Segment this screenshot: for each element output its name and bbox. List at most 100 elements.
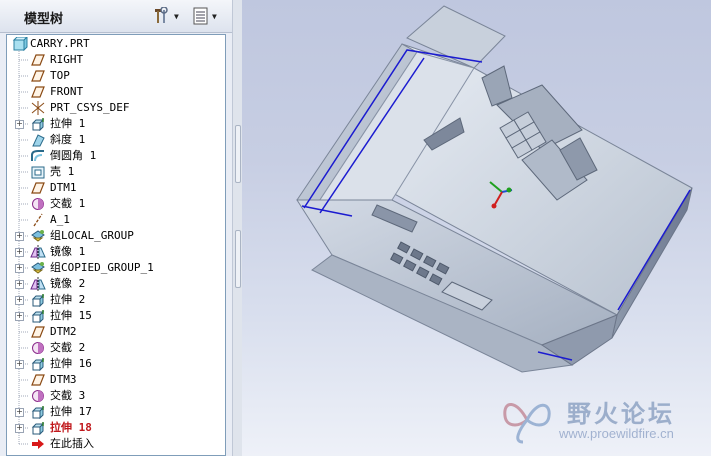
tree-item[interactable]: DTM2: [7, 324, 225, 340]
insert-here-arrow-icon: [32, 439, 44, 449]
expand-toggle[interactable]: +: [15, 296, 24, 305]
tree-item[interactable]: + 组LOCAL_GROUP: [7, 228, 225, 244]
shell-icon: [31, 166, 45, 179]
carry-part-model[interactable]: [242, 0, 711, 456]
expand-toggle[interactable]: +: [15, 232, 24, 241]
datum-axis-icon: [33, 213, 43, 227]
expand-toggle[interactable]: +: [15, 248, 24, 257]
expand-toggle[interactable]: +: [15, 264, 24, 273]
tree-item-label: 在此插入: [50, 437, 94, 450]
graphics-window[interactable]: 野火论坛 www.proewildfire.cn: [242, 0, 711, 456]
settings-dropdown-button[interactable]: ▼: [152, 6, 179, 26]
tree-item-label: RIGHT: [50, 53, 84, 66]
splitter-grip-top[interactable]: [235, 125, 241, 183]
tree-item-label: 组LOCAL_GROUP: [50, 229, 134, 242]
expand-toggle[interactable]: +: [15, 408, 24, 417]
tree-item[interactable]: 交截 2: [7, 340, 225, 356]
tree-item-label: 交截 1: [50, 197, 86, 210]
tree-item[interactable]: + 拉伸 17: [7, 404, 225, 420]
tree-item-label: A_1: [50, 213, 70, 226]
extrude-icon: [31, 294, 45, 307]
datum-plane-icon: [31, 182, 45, 194]
watermark-title: 野火论坛: [567, 400, 675, 428]
tree-item[interactable]: + 拉伸 2: [7, 292, 225, 308]
expand-toggle[interactable]: +: [15, 360, 24, 369]
tree-item-label: 组COPIED_GROUP_1: [50, 261, 154, 274]
tree-item-label: 交截 3: [50, 389, 86, 402]
model-tree-panel: 模型树 ▼ ▼ CARRY.PRT RIGHT TOP FRONT PRT_CS…: [0, 0, 232, 456]
tree-item[interactable]: DTM3: [7, 372, 225, 388]
tree-root-item[interactable]: CARRY.PRT: [7, 36, 225, 52]
tree-item-label: 交截 2: [50, 341, 86, 354]
tree-item[interactable]: 交截 1: [7, 196, 225, 212]
tree-item[interactable]: 倒圆角 1: [7, 148, 225, 164]
tree-item[interactable]: TOP: [7, 68, 225, 84]
splitter-grip-bottom[interactable]: [235, 230, 241, 288]
extrude-icon: [31, 118, 45, 131]
mirror-icon: [30, 277, 46, 291]
tree-item-label: FRONT: [50, 85, 84, 98]
tree-item-label: TOP: [50, 69, 70, 82]
chevron-down-icon: ▼: [174, 11, 179, 21]
tree-list-icon: [193, 7, 208, 25]
tree-item[interactable]: RIGHT: [7, 52, 225, 68]
model-tree-header: 模型树 ▼ ▼: [0, 0, 232, 33]
tree-item[interactable]: FRONT: [7, 84, 225, 100]
tree-item[interactable]: 斜度 1: [7, 132, 225, 148]
datum-plane-icon: [31, 86, 45, 98]
butterfly-logo-icon: [503, 403, 551, 444]
extrude-icon: [31, 406, 45, 419]
group-icon: [31, 230, 45, 242]
tree-item[interactable]: + 拉伸 18: [7, 420, 225, 436]
tree-item-label: 斜度 1: [50, 133, 86, 146]
intersect-icon: [32, 342, 44, 354]
tree-item[interactable]: + 镜像 1: [7, 244, 225, 260]
tree-item[interactable]: + 拉伸 1: [7, 116, 225, 132]
tree-item-label: DTM3: [50, 373, 77, 386]
tree-item[interactable]: + 拉伸 16: [7, 356, 225, 372]
extrude-icon: [31, 358, 45, 371]
panel-splitter[interactable]: [232, 0, 242, 456]
tree-item-label: 拉伸 16: [50, 357, 92, 370]
tree-item-label: 拉伸 17: [50, 405, 92, 418]
expand-toggle[interactable]: +: [15, 280, 24, 289]
tree-item-label: PRT_CSYS_DEF: [50, 101, 130, 114]
round-icon: [31, 150, 44, 162]
tree-item-label: 镜像 2: [50, 277, 86, 290]
draft-icon: [32, 134, 45, 147]
tree-item[interactable]: PRT_CSYS_DEF: [7, 100, 225, 116]
tree-item-label: 拉伸 2: [50, 293, 86, 306]
extrude-icon: [31, 422, 45, 435]
tree-item[interactable]: 交截 3: [7, 388, 225, 404]
expand-toggle[interactable]: +: [15, 120, 24, 129]
tree-item-label: 倒圆角 1: [50, 149, 97, 162]
tree-item[interactable]: + 拉伸 15: [7, 308, 225, 324]
expand-toggle[interactable]: +: [15, 312, 24, 321]
datum-plane-icon: [31, 70, 45, 82]
show-dropdown-button[interactable]: ▼: [192, 6, 217, 26]
forum-watermark: 野火论坛 www.proewildfire.cn: [497, 392, 707, 452]
watermark-url: www.proewildfire.cn: [559, 426, 674, 441]
model-tree-title: 模型树: [24, 11, 64, 26]
tree-item-label: DTM1: [50, 181, 77, 194]
tree-item[interactable]: + 组COPIED_GROUP_1: [7, 260, 225, 276]
tree-item[interactable]: A_1: [7, 212, 225, 228]
group-icon: [31, 262, 45, 274]
tree-item[interactable]: 在此插入: [7, 436, 225, 452]
mirror-icon: [30, 245, 46, 259]
tree-item-label: DTM2: [50, 325, 77, 338]
datum-plane-icon: [31, 326, 45, 338]
tree-item[interactable]: DTM1: [7, 180, 225, 196]
coordinate-system-icon: [31, 101, 45, 115]
model-tree[interactable]: CARRY.PRT RIGHT TOP FRONT PRT_CSYS_DEF + 拉伸 1…: [6, 34, 226, 456]
expand-toggle[interactable]: +: [15, 424, 24, 433]
tree-item-label: 镜像 1: [50, 245, 86, 258]
datum-plane-icon: [31, 374, 45, 386]
tree-item-label: 拉伸 18: [50, 421, 92, 434]
tree-item[interactable]: 壳 1: [7, 164, 225, 180]
tree-item[interactable]: + 镜像 2: [7, 276, 225, 292]
extrude-icon: [31, 310, 45, 323]
tree-item-label: 拉伸 1: [50, 117, 86, 130]
datum-plane-icon: [31, 54, 45, 66]
tree-root-label: CARRY.PRT: [30, 37, 90, 50]
